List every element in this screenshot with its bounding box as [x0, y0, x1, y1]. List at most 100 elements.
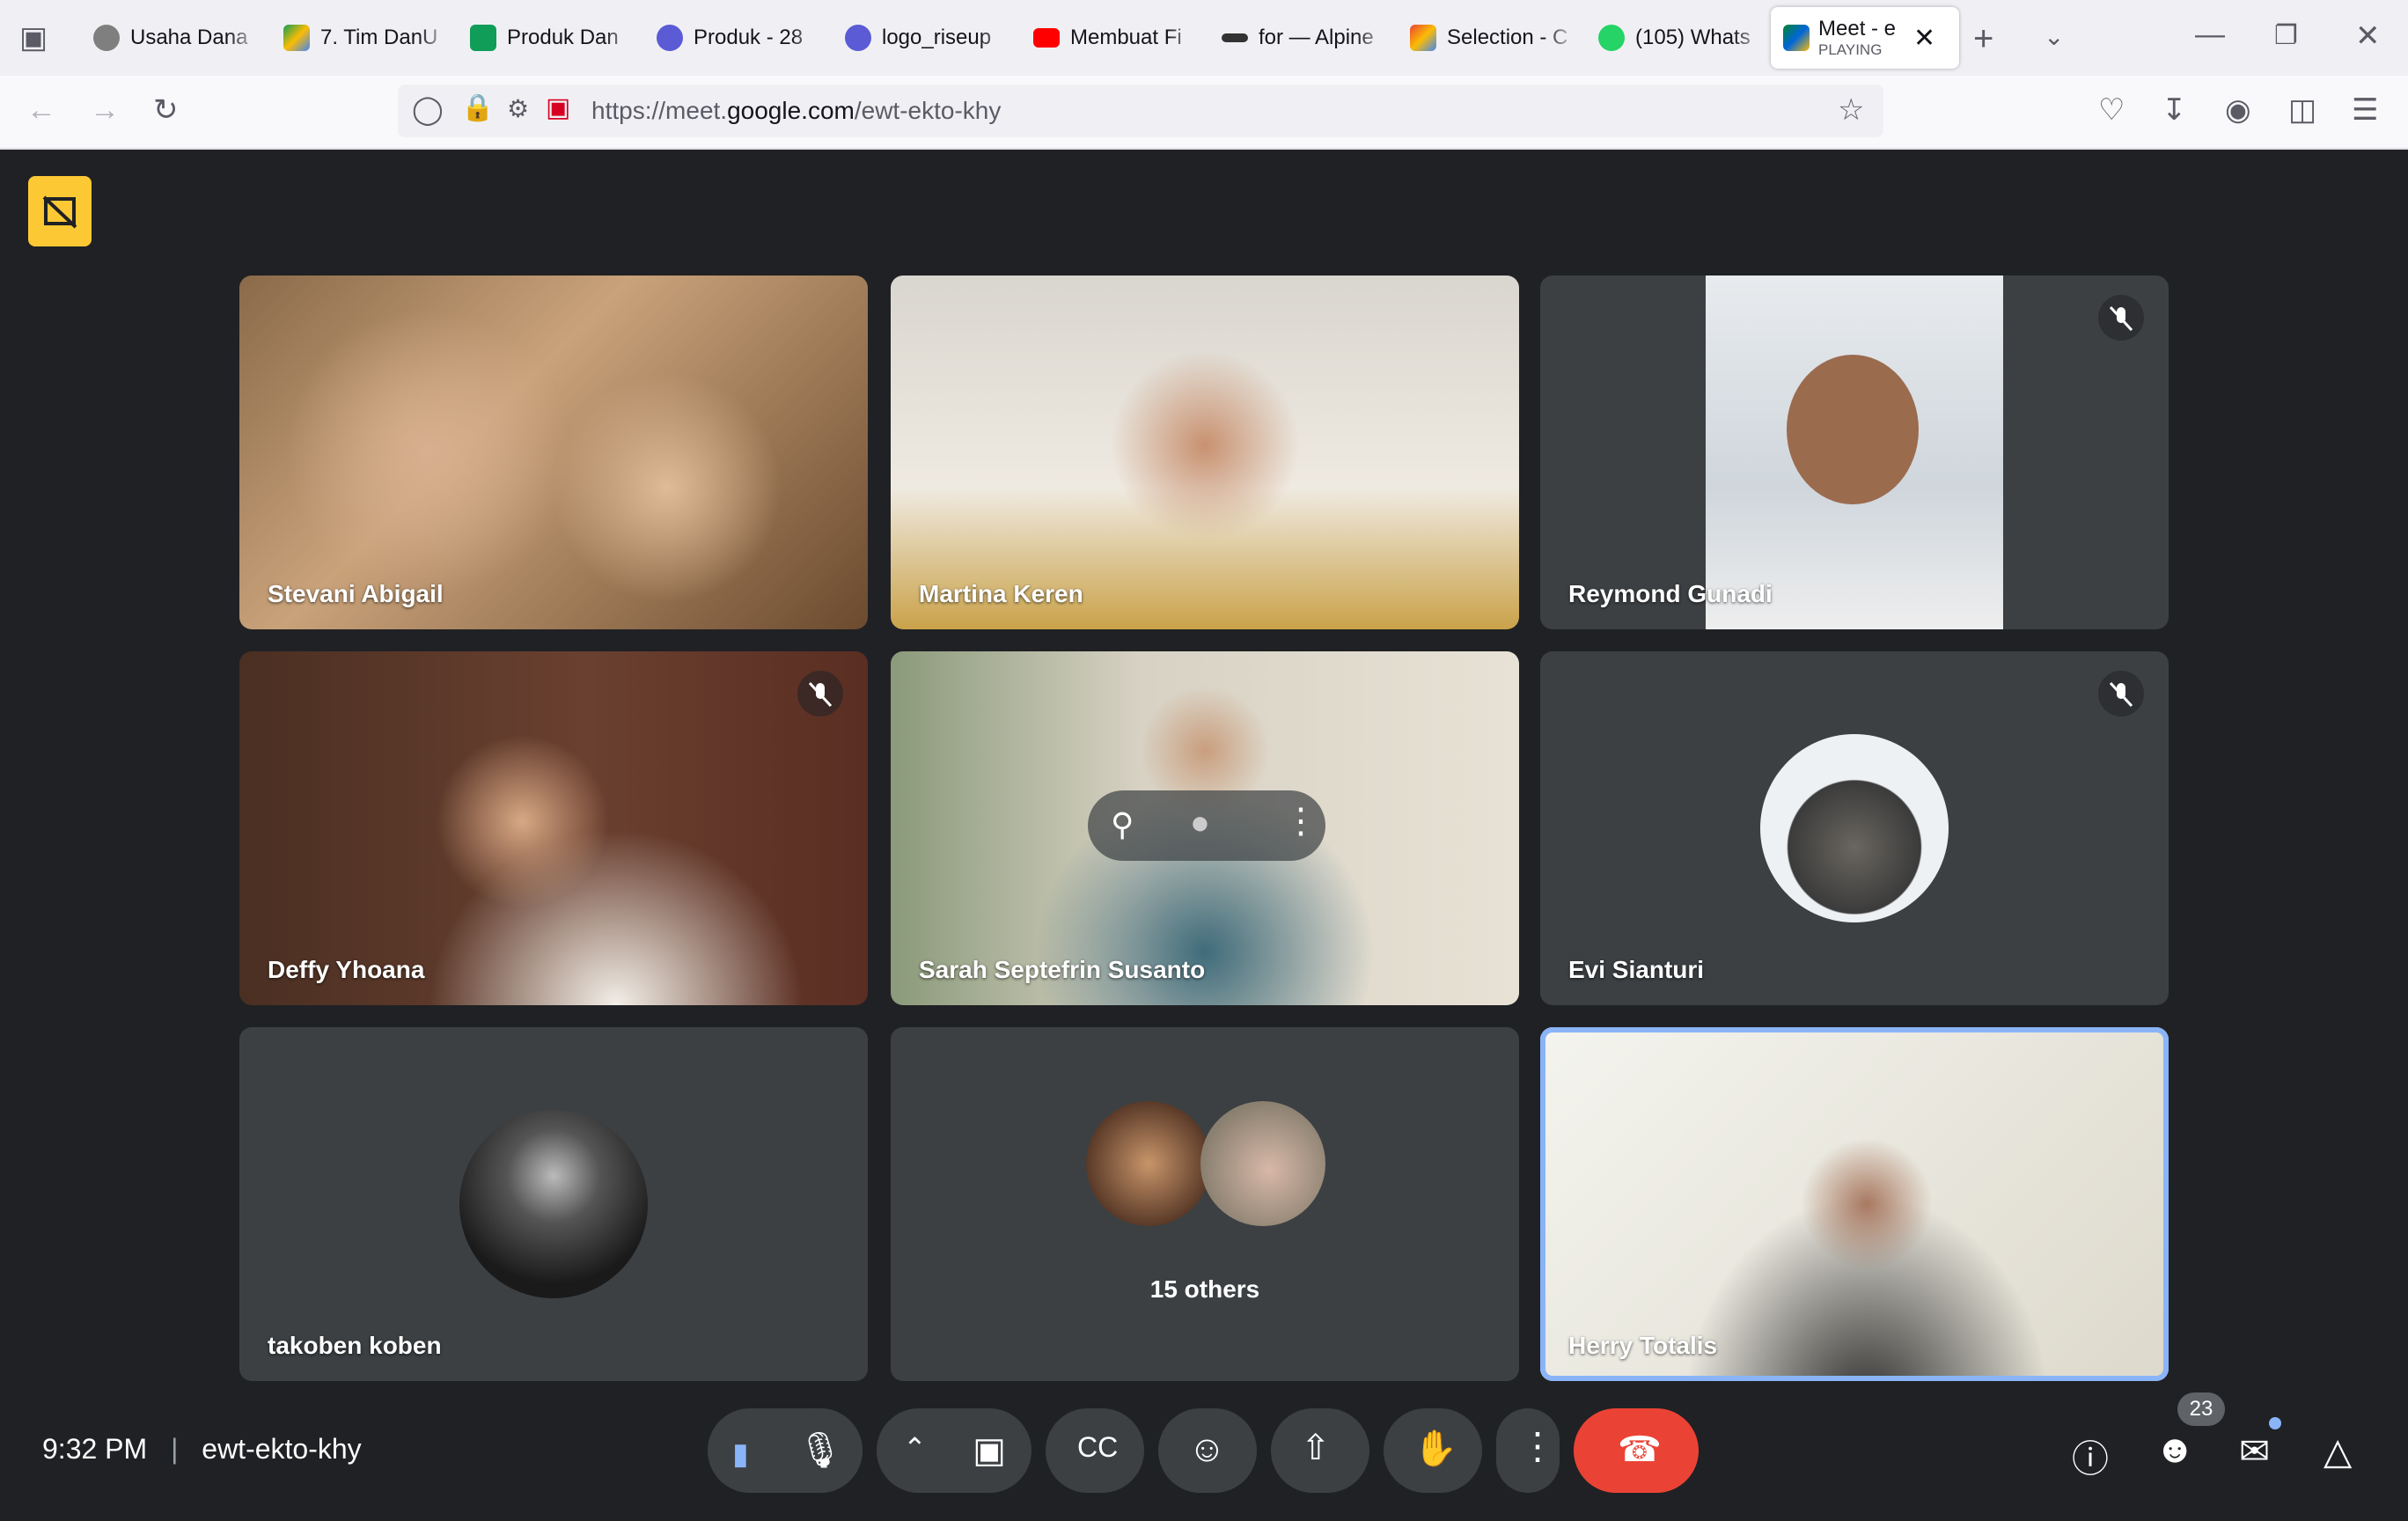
leave-call-button[interactable]: ☎: [1574, 1408, 1699, 1493]
participant-name: Reymond Gunadi: [1568, 580, 1773, 607]
more-vert-icon: ⋮: [1519, 1425, 1556, 1466]
address-bar[interactable]: ◯ 🔒 ⚙ ▣ https://meet.google.com/ewt-ekto…: [398, 84, 1883, 137]
raise-hand-button[interactable]: ✋: [1384, 1408, 1482, 1493]
camera-in-use-icon[interactable]: ▣: [546, 95, 570, 121]
camera-button[interactable]: ▣: [947, 1408, 1031, 1493]
reload-icon[interactable]: ↻: [153, 95, 179, 125]
others-tile[interactable]: 15 others: [891, 1027, 1519, 1381]
people-icon[interactable]: ☻: [2155, 1428, 2195, 1472]
close-window-icon[interactable]: ✕: [2355, 21, 2381, 51]
browser-tab[interactable]: for — Alpine: [1222, 7, 1389, 69]
chat-notification-dot: [2269, 1417, 2281, 1429]
tab-favicon-icon: [93, 25, 120, 51]
browser-tab[interactable]: Selection - C: [1410, 7, 1577, 69]
participant-tile[interactable]: Reymond Gunadi: [1540, 276, 2169, 629]
browser-tab[interactable]: (105) Whats: [1598, 7, 1766, 69]
participant-name: Martina Keren: [919, 580, 1083, 607]
activities-icon[interactable]: △: [2324, 1429, 2352, 1473]
browser-tab[interactable]: Usaha Dana: [93, 7, 261, 69]
bookmark-star-icon[interactable]: ☆: [1838, 95, 1864, 125]
muted-mic-icon: [797, 671, 843, 716]
meeting-code: ewt-ekto-khy: [202, 1433, 362, 1465]
tab-label: Produk - 28: [694, 26, 804, 49]
canva-icon: [657, 25, 683, 51]
tab-label: for — Alpine: [1259, 26, 1374, 49]
meeting-details-icon[interactable]: ⓘ: [2072, 1429, 2109, 1483]
browser-tab[interactable]: 7. Tim DanU: [283, 7, 451, 69]
camera-off-badge-icon[interactable]: [28, 176, 92, 246]
video-feed: [239, 651, 868, 1005]
divider: |: [171, 1433, 179, 1465]
participant-tile[interactable]: Stevani Abigail: [239, 276, 868, 629]
others-avatar: [1086, 1101, 1211, 1226]
account-icon[interactable]: ◉: [2225, 95, 2251, 125]
tab-label: (105) Whats: [1635, 26, 1751, 49]
selection-icon: [1410, 25, 1436, 51]
tab-label: Selection - C: [1447, 26, 1568, 49]
restore-icon[interactable]: ❐: [2274, 23, 2298, 49]
more-options-icon[interactable]: ⋮: [1283, 801, 1318, 841]
back-icon[interactable]: ←: [26, 95, 56, 125]
video-feed: [891, 276, 1519, 629]
captions-button[interactable]: CC: [1046, 1408, 1144, 1493]
close-tab-icon[interactable]: ✕: [1913, 23, 1935, 54]
shield-icon[interactable]: ◯: [412, 95, 444, 123]
tab-bar: ▣ Usaha Dana 7. Tim DanU Produk Dan Prod…: [0, 0, 2408, 76]
pocket-icon[interactable]: ♡: [2098, 95, 2125, 125]
canva-icon: [845, 25, 871, 51]
self-view-tile[interactable]: Herry Totalis: [1540, 1027, 2169, 1381]
chevron-up-icon[interactable]: ⌃: [903, 1431, 927, 1465]
new-tab-icon[interactable]: +: [1973, 21, 1993, 56]
browser-tab[interactable]: logo_riseup: [845, 7, 1012, 69]
emoji-icon: ☺: [1188, 1428, 1226, 1469]
video-feed: [239, 276, 868, 629]
navigation-bar: ← → ↻ ◯ 🔒 ⚙ ▣ https://meet.google.com/ew…: [0, 76, 2408, 150]
people-count-badge: 23: [2177, 1392, 2225, 1426]
download-icon[interactable]: ↧: [2162, 95, 2187, 125]
muted-mic-icon: [2098, 671, 2144, 716]
chat-icon[interactable]: ✉: [2239, 1429, 2270, 1473]
browser-tab[interactable]: Produk Dan: [470, 7, 637, 69]
participant-tile[interactable]: ⚲ ● ⋮ Sarah Septefrin Susanto: [891, 651, 1519, 1005]
participant-name: Evi Sianturi: [1568, 956, 1705, 983]
reactions-button[interactable]: ☺: [1158, 1408, 1257, 1493]
audio-level-icon: ▮: [732, 1437, 749, 1471]
mic-icon[interactable]: ●: [1190, 805, 1210, 842]
google-meet-icon: [1783, 25, 1810, 51]
present-icon: ⇧: [1301, 1429, 1331, 1467]
minimize-icon[interactable]: —: [2195, 19, 2225, 49]
participant-tile[interactable]: Evi Sianturi: [1540, 651, 2169, 1005]
others-count: 15 others: [1149, 1275, 1260, 1303]
others-avatar: [1200, 1101, 1325, 1226]
url-text[interactable]: https://meet.google.com/ewt-ekto-khy: [591, 97, 1001, 125]
muted-mic-icon: [2098, 295, 2144, 341]
chevron-down-icon[interactable]: ⌄: [2044, 25, 2064, 49]
tab-manager-icon[interactable]: ▣: [19, 23, 48, 53]
browser-tab[interactable]: Membuat Fi: [1033, 7, 1200, 69]
menu-icon[interactable]: ☰: [2352, 95, 2378, 125]
browser-tab[interactable]: Produk - 28: [657, 7, 824, 69]
present-button[interactable]: ⇧: [1271, 1408, 1369, 1493]
active-tab[interactable]: Meet - e PLAYING ✕: [1771, 7, 1959, 69]
video-feed-face: [1787, 355, 1919, 504]
participant-name: Herry Totalis: [1568, 1332, 1718, 1359]
participant-tile[interactable]: Martina Keren: [891, 276, 1519, 629]
lock-icon[interactable]: 🔒: [461, 95, 494, 121]
pin-icon[interactable]: ⚲: [1111, 806, 1134, 843]
hand-icon: ✋: [1413, 1429, 1457, 1468]
tab-label: Usaha Dana: [130, 26, 248, 49]
meeting-info-text: 9:32 PM | ewt-ekto-khy: [42, 1433, 362, 1466]
participant-avatar: [1760, 734, 1949, 922]
extensions-icon[interactable]: ◫: [2288, 95, 2316, 125]
video-feed: [1545, 1032, 2163, 1376]
tab-label: Membuat Fi: [1070, 26, 1182, 49]
microphone-button[interactable]: 🎙: [778, 1408, 863, 1493]
permissions-icon[interactable]: ⚙: [507, 97, 529, 121]
tab-label: 7. Tim DanU: [320, 26, 438, 49]
participant-tile[interactable]: takoben koben: [239, 1027, 868, 1381]
forward-icon[interactable]: →: [90, 95, 120, 125]
current-time: 9:32 PM: [42, 1433, 148, 1465]
more-options-button[interactable]: ⋮: [1496, 1408, 1560, 1493]
participant-tile[interactable]: Deffy Yhoana: [239, 651, 868, 1005]
alpine-icon: [1222, 33, 1248, 42]
